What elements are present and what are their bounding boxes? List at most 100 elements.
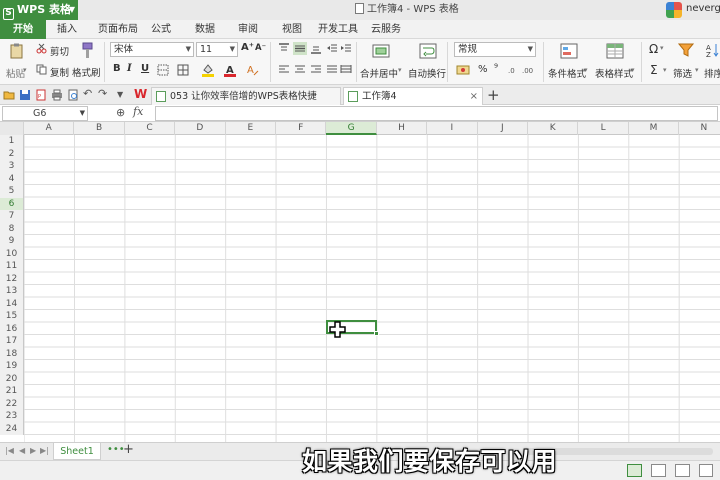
app-menu-button[interactable]: S WPS 表格 ▼: [0, 0, 78, 20]
sort-button[interactable]: 排序: [704, 66, 720, 80]
column-header-j[interactable]: J: [478, 122, 528, 135]
column-header-b[interactable]: B: [74, 122, 125, 135]
row-header-2[interactable]: 2: [0, 147, 24, 160]
table-style-dropdown-icon[interactable]: ▾: [631, 66, 635, 74]
page-break-icon[interactable]: [675, 464, 690, 477]
tab-cloud[interactable]: 云服务: [368, 20, 404, 39]
decrease-decimal-icon[interactable]: .00: [522, 64, 534, 75]
fx-button[interactable]: fx: [133, 105, 143, 118]
tab-view[interactable]: 视图: [277, 20, 307, 39]
row-header-24[interactable]: 24: [0, 422, 24, 435]
column-header-a[interactable]: A: [24, 122, 75, 135]
doc-tab-file[interactable]: 053 让你效率倍增的WPS表格快捷键.xlsx: [151, 87, 341, 119]
first-sheet-icon[interactable]: |◀: [5, 446, 14, 455]
increase-decimal-icon[interactable]: .0: [508, 64, 520, 75]
merge-dropdown-icon[interactable]: ▾: [398, 66, 402, 74]
row-header-14[interactable]: 14: [0, 297, 24, 310]
column-header-h[interactable]: H: [377, 122, 428, 135]
prev-sheet-icon[interactable]: ◀: [19, 446, 25, 455]
column-header-l[interactable]: L: [578, 122, 629, 135]
doc-tab-workbook4[interactable]: 工作簿4 ×: [343, 87, 483, 105]
filter-dropdown-icon[interactable]: ▾: [695, 66, 699, 74]
tab-formulas[interactable]: 公式: [146, 20, 176, 39]
row-header-19[interactable]: 19: [0, 360, 24, 373]
bold-button[interactable]: B: [113, 63, 121, 74]
shrink-font-button[interactable]: A⁻: [255, 43, 266, 53]
row-header-21[interactable]: 21: [0, 385, 24, 398]
fill-handle[interactable]: [374, 331, 379, 336]
add-sheet-button[interactable]: +: [123, 442, 134, 457]
column-header-m[interactable]: M: [629, 122, 680, 135]
underline-button[interactable]: U: [141, 63, 149, 74]
print-icon[interactable]: [51, 89, 63, 101]
last-sheet-icon[interactable]: ▶|: [40, 446, 49, 455]
conditional-format-button[interactable]: 条件格式: [548, 66, 586, 80]
currency-icon[interactable]: [456, 63, 470, 77]
grow-font-button[interactable]: A⁺: [241, 42, 254, 53]
page-layout-icon[interactable]: [651, 464, 666, 477]
row-header-18[interactable]: 18: [0, 347, 24, 360]
column-header-f[interactable]: F: [276, 122, 327, 135]
quick-access-dropdown-icon[interactable]: ▼: [117, 90, 129, 102]
column-header-d[interactable]: D: [175, 122, 226, 135]
user-account[interactable]: nevergo: [660, 0, 720, 20]
sum-icon[interactable]: Σ: [650, 63, 658, 77]
fill-color-icon[interactable]: [201, 63, 215, 77]
font-name-select[interactable]: 宋体 ▼: [110, 42, 194, 57]
symbol-dropdown-icon[interactable]: ▾: [660, 44, 664, 52]
indent-decrease-icon[interactable]: [326, 43, 338, 54]
paste-dropdown-icon[interactable]: ▾: [23, 66, 27, 74]
paste-icon[interactable]: [8, 42, 26, 60]
row-header-1[interactable]: 1: [0, 135, 24, 148]
next-sheet-icon[interactable]: ▶: [30, 446, 36, 455]
name-box[interactable]: G6 ▼: [2, 106, 88, 121]
column-header-n[interactable]: N: [679, 122, 720, 135]
justify-icon[interactable]: [326, 64, 338, 75]
formula-input[interactable]: [155, 106, 718, 121]
copy-button[interactable]: 复制: [50, 65, 69, 79]
table-style-button[interactable]: 表格样式: [595, 66, 633, 80]
align-center-icon[interactable]: [294, 64, 306, 75]
tab-review[interactable]: 审阅: [233, 20, 263, 39]
row-header-17[interactable]: 17: [0, 335, 24, 348]
select-all-corner[interactable]: [0, 122, 24, 135]
row-header-16[interactable]: 16: [0, 322, 24, 335]
cut-button[interactable]: 剪切: [50, 44, 69, 58]
comma-style-button[interactable]: ⁹: [494, 63, 498, 74]
row-header-8[interactable]: 8: [0, 222, 24, 235]
close-icon[interactable]: ×: [470, 88, 478, 105]
export-pdf-icon[interactable]: P: [35, 89, 47, 101]
row-header-4[interactable]: 4: [0, 172, 24, 185]
tab-page-layout[interactable]: 页面布局: [92, 20, 144, 39]
distributed-icon[interactable]: [340, 64, 352, 75]
column-header-i[interactable]: I: [427, 122, 478, 135]
all-borders-icon[interactable]: [177, 64, 189, 76]
font-size-select[interactable]: 11 ▼: [196, 42, 238, 57]
sum-dropdown-icon[interactable]: ▾: [663, 66, 667, 74]
reading-mode-icon[interactable]: [699, 464, 713, 477]
row-header-11[interactable]: 11: [0, 260, 24, 273]
format-painter-button[interactable]: 格式刷: [72, 65, 101, 79]
merge-center-button[interactable]: 合并居中: [360, 66, 398, 80]
column-header-g[interactable]: G: [326, 122, 377, 135]
row-header-3[interactable]: 3: [0, 160, 24, 173]
align-top-icon[interactable]: [278, 43, 290, 54]
print-preview-icon[interactable]: [67, 89, 79, 101]
border-icon[interactable]: [157, 64, 169, 76]
undo-icon[interactable]: ↶: [83, 87, 95, 100]
font-color-icon[interactable]: A: [223, 63, 237, 77]
redo-icon[interactable]: ↷: [98, 87, 110, 100]
symbol-icon[interactable]: Ω: [649, 42, 658, 56]
row-header-13[interactable]: 13: [0, 285, 24, 298]
normal-view-icon[interactable]: [627, 464, 642, 477]
row-header-20[interactable]: 20: [0, 372, 24, 385]
column-header-k[interactable]: K: [528, 122, 579, 135]
row-header-15[interactable]: 15: [0, 310, 24, 323]
align-left-icon[interactable]: [278, 64, 290, 75]
row-header-12[interactable]: 12: [0, 272, 24, 285]
zoom-icon[interactable]: ⊕: [116, 106, 125, 119]
align-middle-icon[interactable]: [293, 42, 307, 55]
column-header-c[interactable]: C: [125, 122, 176, 135]
wps-w-icon[interactable]: W: [134, 87, 147, 101]
cell-area[interactable]: [24, 135, 720, 442]
